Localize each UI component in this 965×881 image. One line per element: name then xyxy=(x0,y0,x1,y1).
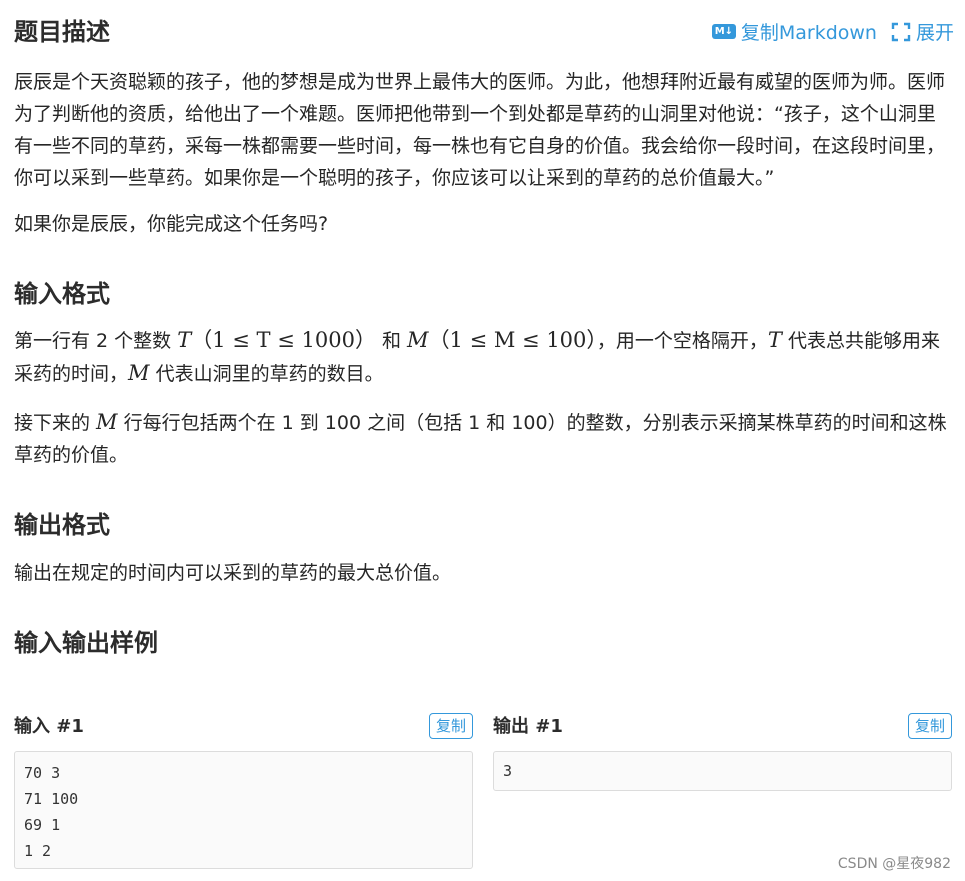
csdn-watermark: CSDN @星夜982 xyxy=(837,856,951,872)
input-format-paragraph-2: 接下来的 M 行每行包括两个在 1 到 100 之间（包括 1 和 100）的整… xyxy=(14,406,954,471)
markdown-icon: M↓ xyxy=(711,24,736,39)
sample-output-header: 输出 #1 复制 xyxy=(493,712,952,742)
sample-input-header: 输入 #1 复制 xyxy=(14,712,473,742)
text-fragment: 接下来的 xyxy=(14,412,97,434)
code-line: 1 2 xyxy=(24,842,52,860)
math-range-t: （1 ≤ T ≤ 1000） xyxy=(191,328,376,352)
copy-input-button[interactable]: 复制 xyxy=(428,713,473,739)
copy-output-button[interactable]: 复制 xyxy=(907,713,952,739)
output-format-paragraph: 输出在规定的时间内可以采到的草药的最大总价值。 xyxy=(14,562,452,584)
math-range-m: （1 ≤ M ≤ 100） xyxy=(428,328,597,352)
sample-input-code[interactable]: 70 3 71 100 69 1 1 2 xyxy=(14,751,473,869)
text-fragment: 和 xyxy=(375,330,408,352)
math-var-m: M xyxy=(96,410,118,434)
samples-title: 输入输出样例 xyxy=(14,629,158,657)
copy-markdown-label: 复制Markdown xyxy=(740,22,877,44)
math-var-t: T xyxy=(177,328,192,352)
sample-output-title: 输出 #1 xyxy=(493,716,563,737)
copy-markdown-button[interactable]: M↓ 复制Markdown xyxy=(711,18,877,45)
toolbar: M↓ 复制Markdown 展开 xyxy=(711,18,954,45)
text-fragment: 第一行有 2 个整数 xyxy=(14,330,178,352)
sample-output-panel: 输出 #1 复制 3 xyxy=(493,712,952,791)
sample-input-title: 输入 #1 xyxy=(14,716,84,737)
description-question: 如果你是辰辰，你能完成这个任务吗? xyxy=(14,213,329,235)
description-heading-row: 题目描述 M↓ 复制Markdown 展开 xyxy=(14,18,954,46)
output-format-title: 输出格式 xyxy=(14,511,110,539)
sample-output-code[interactable]: 3 xyxy=(493,751,952,791)
code-line: 69 1 xyxy=(24,816,61,834)
output-format-heading-row: 输出格式 xyxy=(14,511,954,539)
text-fragment: 代表山洞里的草药的数目。 xyxy=(149,363,384,385)
description-paragraph: 辰辰是个天资聪颖的孩子，他的梦想是成为世界上最伟大的医师。为此，他想拜附近最有威… xyxy=(14,71,946,189)
problem-page: 题目描述 M↓ 复制Markdown 展开 辰辰是个天资聪颖的孩子，他的梦想是成… xyxy=(14,0,954,657)
samples-heading-row: 输入输出样例 xyxy=(14,629,954,657)
sample-input-panel: 输入 #1 复制 70 3 71 100 69 1 1 2 xyxy=(14,712,473,869)
text-fragment: 行每行包括两个在 1 到 100 之间（包括 1 和 100）的整数，分别表示采… xyxy=(14,412,947,466)
input-format-paragraph-1: 第一行有 2 个整数 T（1 ≤ T ≤ 1000） 和 M（1 ≤ M ≤ 1… xyxy=(14,324,954,390)
text-fragment: ，用一个空格隔开， xyxy=(596,330,768,352)
input-format-title: 输入格式 xyxy=(14,280,110,308)
math-var-m: M xyxy=(128,361,150,385)
input-format-heading-row: 输入格式 xyxy=(14,280,954,308)
expand-button[interactable]: 展开 xyxy=(891,18,954,45)
math-var-t: T xyxy=(767,328,782,352)
code-line: 71 100 xyxy=(24,790,79,808)
code-line: 70 3 xyxy=(24,764,61,782)
code-line: 3 xyxy=(503,762,513,780)
expand-label: 展开 xyxy=(915,22,954,44)
math-var-m: M xyxy=(407,328,429,352)
expand-icon xyxy=(891,22,911,41)
